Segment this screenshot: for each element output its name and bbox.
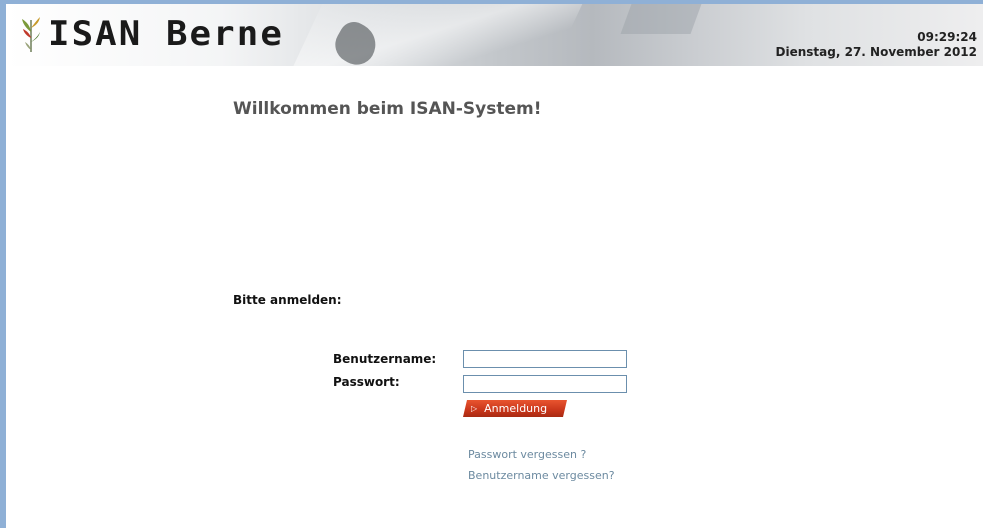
password-input[interactable] bbox=[463, 375, 627, 393]
clock-time: 09:29:24 bbox=[917, 30, 977, 44]
clock-date: Dienstag, 27. November 2012 bbox=[775, 45, 977, 59]
password-label: Passwort: bbox=[333, 375, 400, 389]
window-frame-left bbox=[0, 0, 6, 528]
login-prompt: Bitte anmelden: bbox=[233, 293, 342, 307]
datetime-display: 09:29:24 Dienstag, 27. November 2012 bbox=[776, 30, 977, 60]
username-input[interactable] bbox=[463, 350, 627, 368]
forgot-password-link[interactable]: Passwort vergessen ? bbox=[468, 448, 586, 461]
forgot-username-link[interactable]: Benutzername vergessen? bbox=[468, 469, 615, 482]
logo-text: ISAN Berne bbox=[48, 14, 284, 54]
header-banner: ISAN Berne 09:29:24 Dienstag, 27. Novemb… bbox=[6, 4, 983, 66]
play-arrow-icon: ▷ bbox=[471, 404, 478, 413]
logo: ISAN Berne bbox=[20, 12, 282, 56]
plant-logo-icon bbox=[22, 17, 40, 52]
page-title: Willkommen beim ISAN-System! bbox=[233, 99, 542, 119]
login-button[interactable]: ▷ Anmeldung bbox=[463, 400, 567, 417]
login-button-label: Anmeldung bbox=[484, 402, 548, 415]
username-label: Benutzername: bbox=[333, 352, 437, 366]
